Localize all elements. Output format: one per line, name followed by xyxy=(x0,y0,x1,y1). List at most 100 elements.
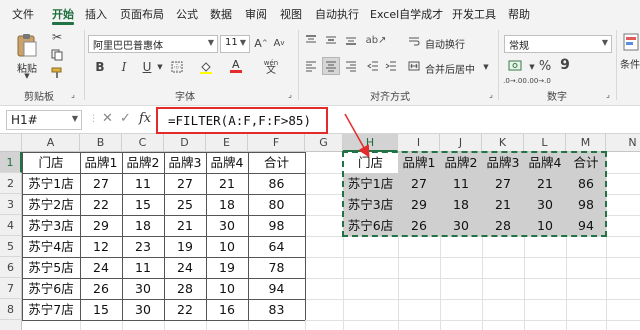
chevron-down-icon[interactable]: ▼ xyxy=(528,63,536,71)
row-header[interactable]: 8 xyxy=(0,299,22,320)
conditional-format-icon[interactable] xyxy=(622,32,640,52)
align-top-icon[interactable] xyxy=(304,33,318,47)
italic-button[interactable]: I xyxy=(117,60,131,74)
table-cell[interactable]: 苏宁4店 xyxy=(22,236,80,257)
decrease-indent-icon[interactable] xyxy=(366,59,380,73)
increase-decimal-icon[interactable]: .0→.00 xyxy=(503,76,527,86)
table-cell[interactable]: 25 xyxy=(164,194,206,215)
table-cell[interactable]: 27 xyxy=(164,173,206,194)
table-header-cell[interactable]: 门店 xyxy=(22,152,80,173)
menu-tab[interactable]: 页面布局 xyxy=(120,6,164,22)
row-header[interactable]: 1 xyxy=(0,152,22,173)
percent-button[interactable]: % xyxy=(538,59,552,74)
table-cell[interactable]: 26 xyxy=(80,278,122,299)
column-header[interactable]: I xyxy=(398,134,440,152)
table-cell[interactable]: 19 xyxy=(206,257,248,278)
phonetic-guide-icon[interactable]: wén 文 xyxy=(258,58,284,76)
table-cell[interactable]: 30 xyxy=(122,299,164,320)
column-header[interactable]: B xyxy=(80,134,122,152)
decrease-font-icon[interactable]: Av xyxy=(272,35,286,51)
table-cell[interactable]: 24 xyxy=(80,257,122,278)
dialog-launcher-icon[interactable]: ⌟ xyxy=(285,89,295,99)
number-format-select[interactable]: 常规 ▼ xyxy=(504,35,612,53)
menu-tab[interactable]: 开始 xyxy=(52,6,74,22)
row-header[interactable]: 6 xyxy=(0,257,22,278)
font-size-select[interactable]: 11 ▼ xyxy=(220,35,250,53)
menu-tab[interactable]: 开发工具 xyxy=(452,6,496,22)
table-cell[interactable]: 30 xyxy=(206,215,248,236)
name-box[interactable]: H1# ▼ xyxy=(6,110,82,130)
table-cell[interactable]: 19 xyxy=(164,236,206,257)
decrease-decimal-icon[interactable]: .00→.0 xyxy=(527,76,551,86)
table-cell[interactable]: 78 xyxy=(248,257,305,278)
bold-button[interactable]: B xyxy=(93,60,107,74)
dialog-launcher-icon[interactable]: ⌟ xyxy=(603,89,613,99)
table-cell[interactable]: 16 xyxy=(206,299,248,320)
table-header-cell[interactable]: 品牌4 xyxy=(206,152,248,173)
table-cell[interactable]: 94 xyxy=(248,278,305,299)
accounting-format-icon[interactable] xyxy=(506,58,528,74)
menu-tab[interactable]: Excel自学成才 xyxy=(370,6,443,22)
orientation-icon[interactable]: ab↗ xyxy=(366,32,387,48)
row-header[interactable] xyxy=(0,320,22,330)
table-cell[interactable]: 苏宁6店 xyxy=(22,278,80,299)
menu-tab[interactable]: 文件 xyxy=(12,6,34,22)
table-cell[interactable]: 22 xyxy=(164,299,206,320)
select-all-corner[interactable] xyxy=(0,134,22,152)
table-cell[interactable]: 21 xyxy=(206,173,248,194)
increase-font-icon[interactable]: A ^ xyxy=(254,35,268,51)
table-cell[interactable]: 30 xyxy=(122,278,164,299)
column-header[interactable]: H xyxy=(343,134,398,152)
table-cell[interactable]: 80 xyxy=(248,194,305,215)
column-header[interactable]: E xyxy=(206,134,248,152)
cancel-icon[interactable]: ✕ xyxy=(102,111,113,126)
table-cell[interactable]: 11 xyxy=(122,257,164,278)
column-header[interactable]: L xyxy=(524,134,566,152)
row-header[interactable]: 3 xyxy=(0,194,22,215)
comma-style-button[interactable]: 9 xyxy=(558,57,572,73)
underline-button[interactable]: U xyxy=(140,60,154,74)
table-cell[interactable]: 83 xyxy=(248,299,305,320)
table-cell[interactable]: 苏宁1店 xyxy=(22,173,80,194)
row-header[interactable]: 2 xyxy=(0,173,22,194)
underline-dropdown-icon[interactable]: ▼ xyxy=(156,63,164,71)
menu-tab[interactable]: 插入 xyxy=(85,6,107,22)
align-left-icon[interactable] xyxy=(304,59,318,73)
table-header-cell[interactable]: 品牌2 xyxy=(122,152,164,173)
dialog-launcher-icon[interactable]: ⌟ xyxy=(68,89,78,99)
table-cell[interactable]: 28 xyxy=(164,278,206,299)
row-header[interactable]: 5 xyxy=(0,236,22,257)
table-cell[interactable]: 18 xyxy=(122,215,164,236)
merge-center-icon[interactable] xyxy=(407,59,421,73)
chevron-down-icon[interactable]: ▼ xyxy=(482,63,490,71)
formula-input[interactable]: =FILTER(A:F,F:F>85) xyxy=(156,107,328,134)
paste-icon[interactable] xyxy=(14,31,40,59)
align-right-icon[interactable] xyxy=(344,59,358,73)
wrap-text-icon[interactable] xyxy=(407,34,421,48)
align-bottom-icon[interactable] xyxy=(344,33,358,47)
row-header[interactable]: 4 xyxy=(0,215,22,236)
table-cell[interactable]: 苏宁5店 xyxy=(22,257,80,278)
table-cell[interactable]: 15 xyxy=(122,194,164,215)
more-options-icon[interactable]: ⋮ xyxy=(89,114,98,124)
table-cell[interactable]: 苏宁7店 xyxy=(22,299,80,320)
insert-function-button[interactable]: fx xyxy=(139,111,151,126)
table-header-cell[interactable]: 合计 xyxy=(248,152,305,173)
column-header[interactable]: A xyxy=(22,134,80,152)
menu-tab[interactable]: 数据 xyxy=(210,6,232,22)
row-header[interactable]: 7 xyxy=(0,278,22,299)
table-cell[interactable]: 15 xyxy=(80,299,122,320)
paste-dropdown-icon[interactable]: ▼ xyxy=(22,72,32,80)
table-cell[interactable]: 86 xyxy=(248,173,305,194)
table-cell[interactable]: 29 xyxy=(80,215,122,236)
column-header[interactable]: J xyxy=(440,134,482,152)
table-header-cell[interactable]: 品牌1 xyxy=(80,152,122,173)
column-header[interactable]: F xyxy=(248,134,305,152)
table-cell[interactable]: 10 xyxy=(206,236,248,257)
increase-indent-icon[interactable] xyxy=(384,59,398,73)
conditional-format-button[interactable]: 条件 xyxy=(620,56,640,71)
enter-icon[interactable]: ✓ xyxy=(120,111,131,126)
column-header[interactable]: C xyxy=(122,134,164,152)
table-cell[interactable]: 21 xyxy=(164,215,206,236)
fill-color-icon[interactable] xyxy=(198,59,214,75)
